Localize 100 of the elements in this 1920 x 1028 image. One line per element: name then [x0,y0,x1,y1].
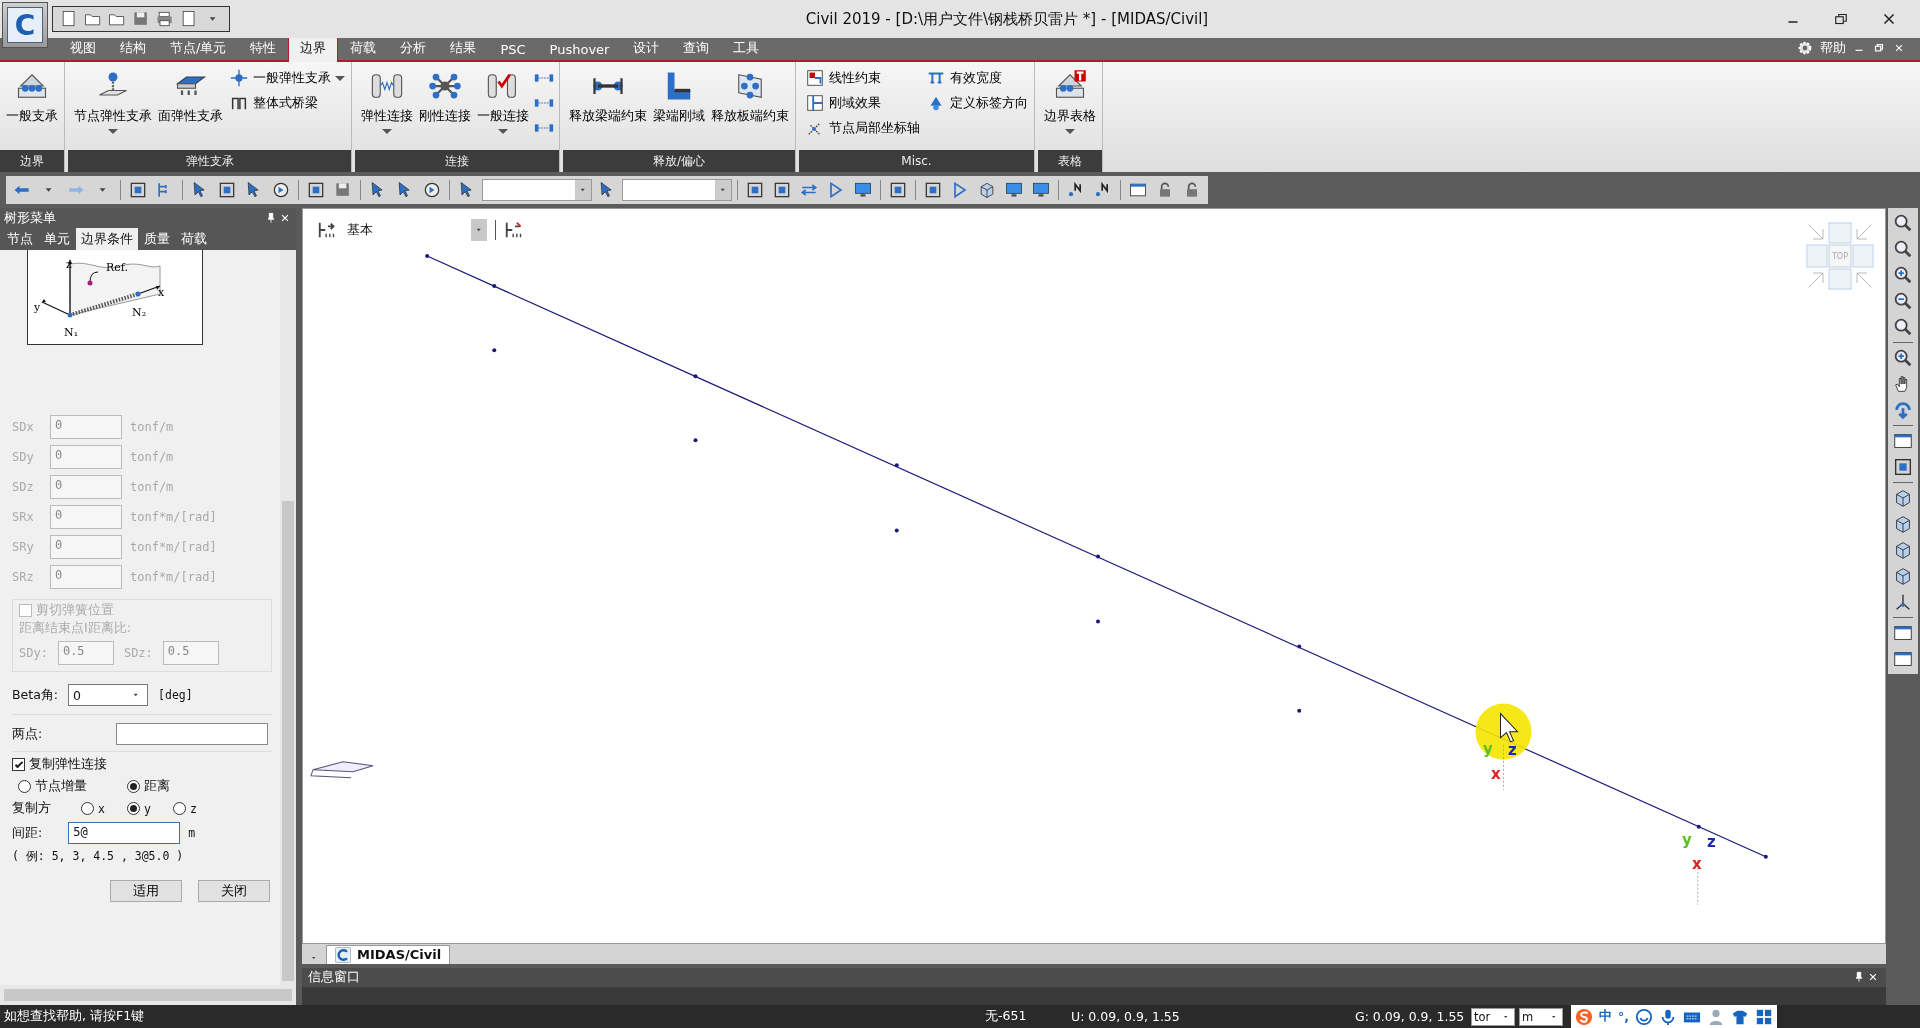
document-tab[interactable]: MIDAS/Civil [326,944,451,964]
spacing-input[interactable]: 5@ [68,822,181,844]
zoom-window-icon[interactable] [1892,238,1914,260]
ribbon-button[interactable]: 边界表格 [1042,64,1098,148]
input-mode[interactable]: 中 [1599,1008,1612,1025]
unit-dropdown[interactable]: tor [1471,1007,1515,1026]
ribbon-button[interactable]: 一般支承 [4,64,60,148]
input-method-icon[interactable] [1575,1007,1593,1026]
unit-label: tonf/m [130,480,174,494]
ribbon-button[interactable]: 一般连接 [475,64,531,148]
panel-tab[interactable]: 荷载 [176,228,212,250]
restore-icon[interactable] [1872,41,1886,55]
field-label: SRz [12,570,35,584]
monitor-icon[interactable] [1031,180,1051,200]
ribbon-button[interactable]: 线性约束 [803,67,922,89]
ribbon-tab[interactable]: 特性 [238,35,289,60]
ribbon-tab[interactable]: 结构 [108,35,158,60]
zoom-out-icon[interactable] [1892,290,1914,312]
select-frame-icon[interactable] [306,180,326,200]
ribbon-button[interactable]: 面弹性支承 [156,64,225,148]
group-label: 弹性支承 [68,150,351,172]
ribbon-button[interactable]: 整体式桥梁 [227,92,347,114]
smiley-icon[interactable] [1635,1007,1653,1026]
monitor-icon[interactable] [853,180,873,200]
radio-button[interactable] [172,802,186,815]
ribbon-tab[interactable]: 视图 [58,35,108,60]
two-points-input[interactable] [116,723,268,745]
radio-button[interactable] [18,780,31,793]
node-marker [492,284,497,289]
fit-frame-icon[interactable] [1892,456,1914,478]
select-frame-icon[interactable] [888,180,908,200]
ribbon-tab[interactable]: 结果 [438,35,489,60]
ribbon-tab[interactable]: Pushover [537,38,622,60]
ribbon-button[interactable]: 有效宽度 [924,67,1030,89]
group-label: 边界 [0,150,64,172]
axis-label: x [1491,765,1501,783]
ribbon-button[interactable]: 刚域效果 [803,92,922,114]
ribbon-button[interactable]: 梁端刚域 [651,64,707,148]
select-frame-icon[interactable] [923,180,943,200]
ribbon-button[interactable]: 释放梁端约束 [567,64,649,148]
radio-button[interactable] [81,802,94,815]
rigid-zone-icon [805,93,825,113]
app-menu-button[interactable]: C [2,2,48,48]
diagram-label: y [34,301,41,314]
node-marker [894,463,899,468]
radio-button[interactable] [127,780,140,793]
unit-dropdown[interactable]: m [1519,1007,1563,1026]
select-frame-icon[interactable] [745,180,765,200]
vertical-scrollbar[interactable] [280,250,296,985]
dropdown-field[interactable] [622,179,732,201]
ribbon-tab[interactable]: 分析 [388,35,439,60]
zoom-in-icon[interactable] [1892,264,1914,286]
node-marker [693,438,698,443]
ribbon-button[interactable]: 节点局部坐标轴 [803,117,922,139]
circle-icon[interactable] [271,180,291,200]
zoom-icon[interactable] [1892,347,1914,369]
horizontal-scrollbar[interactable] [0,985,296,1005]
printer-icon[interactable] [155,9,175,29]
panel-tab[interactable]: 单元 [39,228,75,250]
checkbox[interactable] [12,758,25,771]
rotate-icon[interactable] [1892,399,1914,421]
circle-icon[interactable] [422,180,442,200]
ribbon-button[interactable]: 节点弹性支承 [72,64,154,148]
help-menu[interactable]: 帮助 [1820,39,1846,57]
zoom-all-icon[interactable] [1892,316,1914,338]
radio-button[interactable] [126,802,140,815]
unit-label: tonf*m/[rad] [130,510,217,524]
panel-tab[interactable]: 质量 [139,228,175,250]
dropdown-field[interactable] [482,179,592,201]
panel-tab[interactable]: 边界条件 [76,228,138,250]
diagram-label: N₂ [132,306,147,319]
ribbon-tab[interactable]: 设计 [621,35,672,60]
panel-tab[interactable]: 节点 [2,228,38,250]
settings-icon[interactable] [1796,39,1814,57]
ribbon-tab[interactable]: 查询 [671,35,722,60]
ribbon-tab[interactable]: PSC [488,38,538,60]
diagram-label: N₁ [64,326,79,339]
ribbon-tab[interactable]: 节点/单元 [158,35,239,60]
field-label: SRx [12,510,35,524]
input-mode[interactable]: °, [1618,1009,1629,1024]
ribbon-button[interactable]: 定义标签方向 [924,92,1030,114]
angle-dropdown[interactable]: 0 [68,684,149,706]
grid-icon[interactable] [1755,1007,1773,1026]
support-marker [1503,744,1504,791]
ribbon-button[interactable]: 弹性连接 [359,64,415,148]
microphone-icon[interactable] [1659,1007,1677,1026]
zoom-fit-icon[interactable] [1892,212,1914,234]
ribbon-button[interactable]: 刚性连接 [417,64,473,148]
dialog-button[interactable]: 关闭 [198,880,270,902]
monitor-icon[interactable] [1004,180,1024,200]
ribbon-tab[interactable]: 荷载 [338,35,389,60]
ribbon-button[interactable]: 一般弹性支承 [227,67,347,89]
select-frame-icon[interactable] [217,180,237,200]
dialog-button[interactable]: 适用 [110,880,182,902]
ribbon-tab[interactable]: 工具 [721,35,772,60]
group-label: 释放/偏心 [563,150,795,172]
ribbon-button[interactable]: 释放板端约束 [709,64,791,148]
unit-label: tonf*m/[rad] [130,540,217,554]
select-frame-icon[interactable] [772,180,792,200]
select-frame-icon[interactable] [128,180,148,200]
